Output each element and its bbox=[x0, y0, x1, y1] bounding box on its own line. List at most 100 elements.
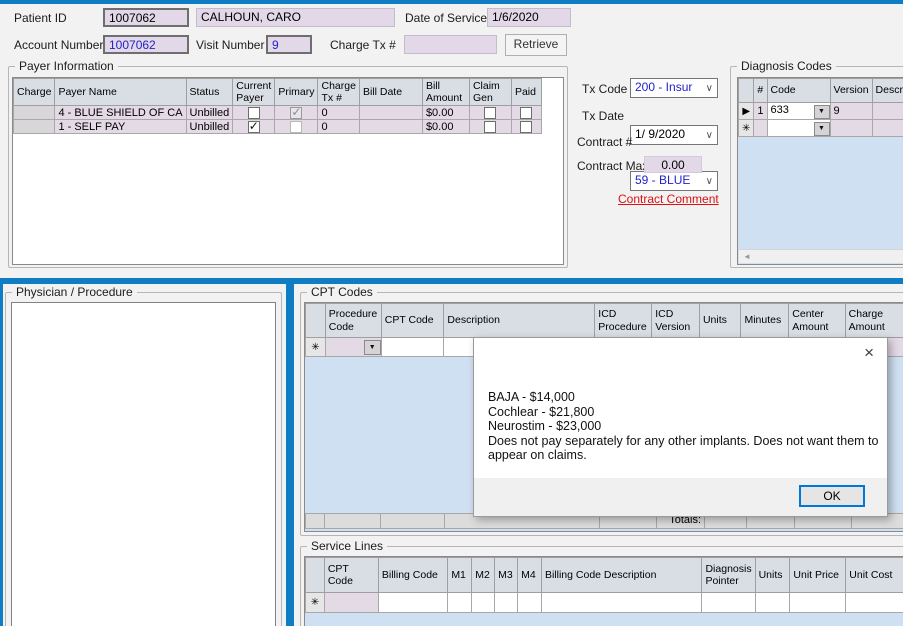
diag-num-cell: 1 bbox=[754, 103, 767, 120]
row-selector[interactable]: ✳ bbox=[306, 593, 325, 613]
row-selector[interactable]: ▶ bbox=[739, 103, 754, 120]
chevron-down-icon[interactable]: ∨ bbox=[706, 173, 713, 190]
units-cell[interactable] bbox=[755, 593, 790, 613]
diag-code-cell[interactable]: ▼ bbox=[767, 120, 830, 137]
date-of-service-field: 1/6/2020 bbox=[487, 8, 571, 27]
contract-combo[interactable]: 59 - BLUE ∨ bbox=[630, 171, 718, 191]
billing-code-description-cell[interactable] bbox=[541, 593, 702, 613]
procedure-code-cell[interactable]: ▼ bbox=[325, 338, 381, 357]
diagnosis-table: # Code Version Description ▶ 1 633▼ 9 ✳ bbox=[738, 78, 903, 137]
dropdown-icon[interactable]: ▼ bbox=[814, 105, 830, 119]
account-number-field[interactable]: 1007062 bbox=[103, 35, 189, 54]
diagnosis-hscrollbar[interactable]: ◄ bbox=[739, 249, 903, 263]
service-lines-table: CPT Code Billing Code M1 M2 M3 M4 Billin… bbox=[305, 557, 903, 613]
paid-cell[interactable] bbox=[511, 120, 541, 134]
diag-description-cell bbox=[872, 120, 903, 137]
dropdown-icon[interactable]: ▼ bbox=[364, 340, 381, 355]
charge-tx-field[interactable] bbox=[404, 35, 497, 54]
ok-button[interactable]: OK bbox=[799, 485, 865, 507]
left-edge-bar bbox=[0, 284, 3, 626]
diag-code-value[interactable]: 633 bbox=[768, 104, 814, 116]
paid-checkbox[interactable] bbox=[520, 107, 532, 119]
tx-code-combo[interactable]: 200 - Insur ∨ bbox=[630, 78, 718, 98]
payer-row[interactable]: 4 - BLUE SHIELD OF CA Unbilled 0 $0.00 bbox=[14, 106, 542, 120]
unit-cost-cell[interactable] bbox=[846, 593, 903, 613]
col-primary: Primary bbox=[275, 79, 318, 106]
cpt-code-cell[interactable] bbox=[381, 338, 444, 357]
contract-comment-dialog: × BAJA - $14,000 Cochlear - $21,800 Neur… bbox=[473, 337, 888, 517]
service-line-new-row[interactable]: ✳ bbox=[306, 593, 903, 613]
m2-cell[interactable] bbox=[472, 593, 495, 613]
col-procedure-code: Procedure Code bbox=[325, 304, 381, 338]
payer-grid: Charge Payer Name Status Current Payer P… bbox=[12, 77, 564, 265]
payer-row[interactable]: 1 - SELF PAY Unbilled 0 $0.00 bbox=[14, 120, 542, 134]
row-selector[interactable]: ✳ bbox=[306, 338, 326, 357]
contract-comment-link[interactable]: Contract Comment bbox=[618, 192, 719, 206]
primary-checkbox bbox=[290, 107, 302, 119]
account-number-label: Account Number bbox=[14, 38, 103, 52]
diagnosis-row[interactable]: ▶ 1 633▼ 9 bbox=[739, 103, 903, 120]
col-m3: M3 bbox=[495, 558, 518, 593]
close-icon[interactable]: × bbox=[864, 344, 874, 361]
contract-label: Contract # bbox=[577, 135, 632, 149]
diagnosis-pointer-cell[interactable] bbox=[702, 593, 755, 613]
col-bill-amount: Bill Amount bbox=[422, 79, 469, 106]
col-icd-version: ICD Version bbox=[652, 304, 700, 338]
paid-cell[interactable] bbox=[511, 106, 541, 120]
col-icd-procedure: ICD Procedure bbox=[595, 304, 652, 338]
claim-gen-checkbox[interactable] bbox=[484, 121, 496, 133]
retrieve-button[interactable]: Retrieve bbox=[505, 34, 567, 56]
m3-cell[interactable] bbox=[495, 593, 518, 613]
service-lines-group: Service Lines CPT Code Billing Code M1 M… bbox=[300, 546, 903, 626]
row-selector-header bbox=[306, 304, 326, 338]
col-charge-amount: Charge Amount bbox=[845, 304, 903, 338]
payer-table: Charge Payer Name Status Current Payer P… bbox=[13, 78, 542, 134]
current-payer-cell[interactable] bbox=[233, 120, 275, 134]
bill-date-cell bbox=[359, 120, 422, 134]
diag-code-cell[interactable]: 633▼ bbox=[767, 103, 830, 120]
charge-tx-cell: 0 bbox=[318, 120, 359, 134]
tx-date-combo[interactable]: 1/ 9/2020 ∨ bbox=[630, 125, 718, 145]
service-lines-title: Service Lines bbox=[307, 539, 387, 553]
current-payer-checkbox[interactable] bbox=[248, 121, 260, 133]
col-num: # bbox=[754, 79, 767, 103]
current-payer-cell[interactable] bbox=[233, 106, 275, 120]
dialog-line: BAJA - $14,000 bbox=[488, 390, 879, 405]
m4-cell[interactable] bbox=[518, 593, 542, 613]
current-payer-checkbox[interactable] bbox=[248, 107, 260, 119]
charge-cell[interactable] bbox=[14, 120, 55, 134]
contract-value: 59 - BLUE bbox=[635, 173, 690, 187]
diagnosis-codes-title: Diagnosis Codes bbox=[737, 59, 836, 73]
physician-procedure-list[interactable] bbox=[11, 302, 276, 626]
claim-gen-cell[interactable] bbox=[469, 120, 511, 134]
row-selector[interactable]: ✳ bbox=[739, 120, 754, 137]
diag-description-cell bbox=[872, 103, 903, 120]
m1-cell[interactable] bbox=[448, 593, 472, 613]
chevron-down-icon[interactable]: ∨ bbox=[706, 80, 713, 97]
col-unit-cost: Unit Cost bbox=[846, 558, 903, 593]
chevron-down-icon[interactable]: ∨ bbox=[706, 127, 713, 144]
visit-number-label: Visit Number bbox=[196, 38, 264, 52]
tx-code-label: Tx Code bbox=[582, 82, 627, 96]
primary-cell bbox=[275, 106, 318, 120]
diag-version-cell bbox=[830, 120, 872, 137]
dropdown-icon[interactable]: ▼ bbox=[814, 122, 830, 136]
vertical-divider[interactable] bbox=[286, 284, 294, 626]
col-description: Description bbox=[444, 304, 595, 338]
paid-checkbox[interactable] bbox=[520, 121, 532, 133]
charge-cell[interactable] bbox=[14, 106, 55, 120]
claim-gen-checkbox[interactable] bbox=[484, 107, 496, 119]
cpt-code-cell[interactable] bbox=[324, 593, 378, 613]
row-selector-header bbox=[739, 79, 754, 103]
billing-code-cell[interactable] bbox=[378, 593, 447, 613]
patient-id-field[interactable]: 1007062 bbox=[103, 8, 189, 27]
col-version: Version bbox=[830, 79, 872, 103]
diagnosis-new-row[interactable]: ✳ ▼ bbox=[739, 120, 903, 137]
claim-gen-cell[interactable] bbox=[469, 106, 511, 120]
status-cell: Unbilled bbox=[186, 120, 233, 134]
visit-number-field[interactable]: 9 bbox=[266, 35, 312, 54]
service-lines-grid: CPT Code Billing Code M1 M2 M3 M4 Billin… bbox=[304, 556, 903, 626]
unit-price-cell[interactable] bbox=[790, 593, 846, 613]
scroll-left-icon[interactable]: ◄ bbox=[739, 250, 755, 263]
diagnosis-codes-group: Diagnosis Codes # Code Version Descripti… bbox=[730, 66, 903, 268]
